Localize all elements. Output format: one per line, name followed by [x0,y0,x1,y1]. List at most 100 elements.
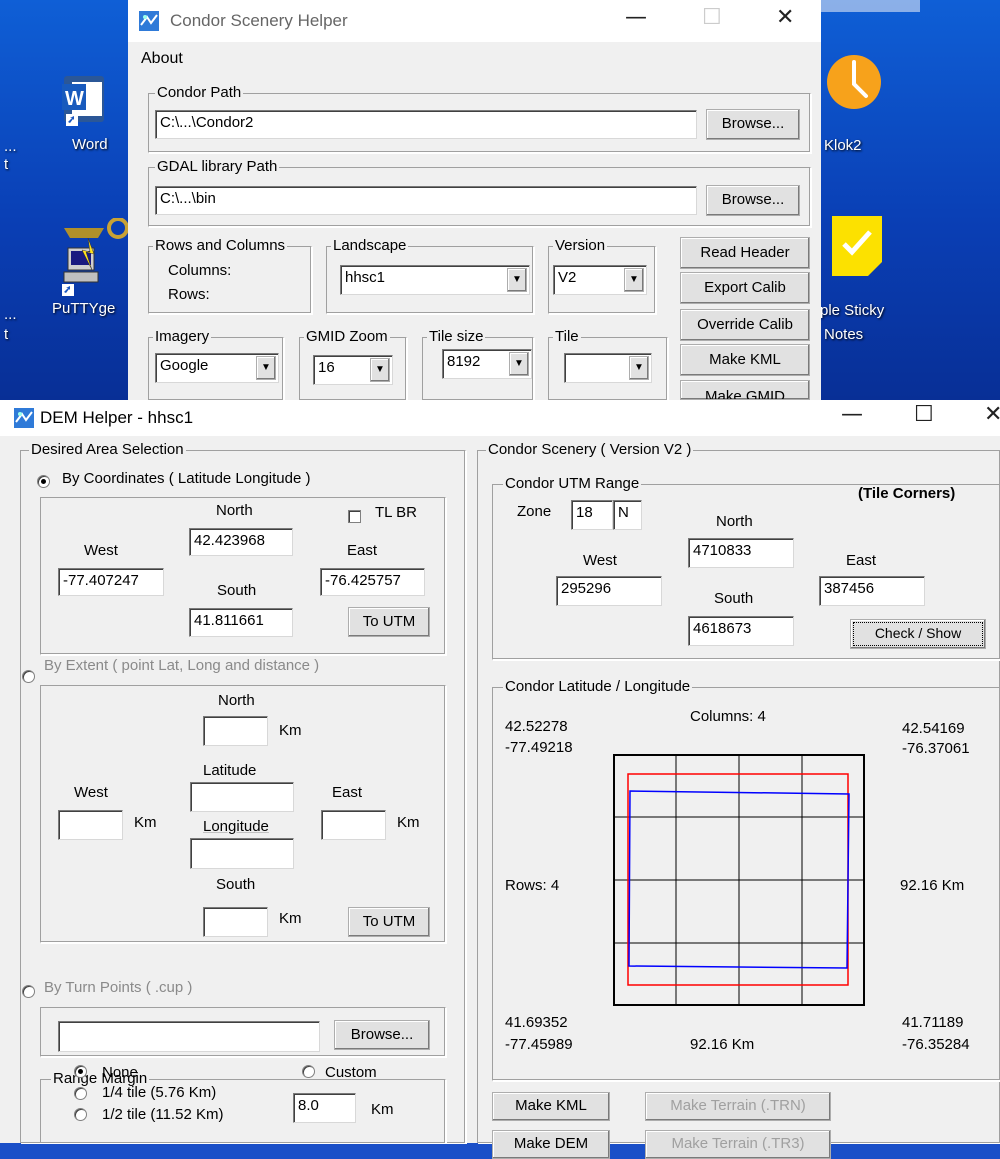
dem-maximize-icon[interactable]: ☐ [914,402,934,427]
utm-range-label: Condor UTM Range [503,475,642,493]
make-gmid-button[interactable]: Make GMID [680,380,810,400]
maximize-icon[interactable]: ☐ [702,5,722,30]
override-calib-button[interactable]: Override Calib [680,309,810,341]
margin-custom-radio[interactable] [302,1065,315,1078]
ext-west-label: West [74,784,108,801]
ext-to-utm-button[interactable]: To UTM [348,907,430,937]
south-input[interactable]: 41.811661 [189,608,293,637]
west-input[interactable]: -77.407247 [58,568,164,596]
tile-size-label: Tile size [427,328,486,346]
gdal-path-input[interactable]: C:\...\bin [155,186,697,215]
close-icon[interactable]: ✕ [776,5,794,30]
ext-north-input[interactable] [203,716,268,746]
landscape-select[interactable]: hhsc1 ▼ [340,265,530,295]
desktop-icon-word[interactable]: W Word [50,72,130,162]
margin-half-label[interactable]: 1/2 tile (11.52 Km) [102,1106,223,1123]
turn-points-path-input[interactable] [58,1021,320,1052]
zone-input[interactable]: 18 [571,500,613,530]
version-dropdown-icon[interactable]: ▼ [624,268,644,292]
read-header-button[interactable]: Read Header [680,237,810,269]
sticky-notes-icon [832,216,882,276]
condor-scenery-helper-window: Condor Scenery Helper — ☐ ✕ About Condor… [128,0,821,400]
gmid-zoom-value: 16 [318,359,335,376]
puttygen-label: PuTTYge [52,300,116,317]
desktop-icon-sticky-notes[interactable]: ple Sticky Notes [820,206,920,346]
latlon-label: Condor Latitude / Longitude [503,678,693,696]
tile-dropdown-icon[interactable]: ▼ [629,356,649,380]
rows-columns-group: Rows and Columns [148,237,312,314]
hemisphere-input[interactable]: N [613,500,642,530]
version-select[interactable]: V2 ▼ [553,265,647,295]
condor-path-browse-button[interactable]: Browse... [706,109,800,140]
minimize-icon[interactable]: — [625,5,647,30]
tile-size-dropdown-icon[interactable]: ▼ [509,352,529,376]
margin-none-radio[interactable] [74,1065,87,1078]
margin-custom-label[interactable]: Custom [325,1064,377,1081]
margin-custom-input[interactable]: 8.0 [293,1093,356,1123]
export-calib-button[interactable]: Export Calib [680,272,810,304]
gmid-zoom-dropdown-icon[interactable]: ▼ [370,358,390,382]
app-icon [139,11,159,31]
tl-br-label[interactable]: TL BR [375,504,417,521]
ext-latitude-input[interactable] [190,782,294,812]
check-show-button[interactable]: Check / Show [850,619,986,649]
utm-west-input[interactable]: 295296 [556,576,662,606]
east-input[interactable]: -76.425757 [320,568,425,596]
margin-quarter-label[interactable]: 1/4 tile (5.76 Km) [102,1084,216,1101]
utm-east-input[interactable]: 387456 [819,576,925,606]
east-label: East [347,542,378,559]
tr-lon: -76.37061 [902,740,970,757]
margin-quarter-radio[interactable] [74,1087,87,1100]
landscape-dropdown-icon[interactable]: ▼ [507,268,527,292]
utm-south-label: South [714,590,754,607]
svg-text:W: W [65,88,84,110]
imagery-dropdown-icon[interactable]: ▼ [256,356,276,380]
by-turn-points-radio[interactable] [22,985,35,998]
make-terrain-tr3-button[interactable]: Make Terrain (.TR3) [645,1130,831,1159]
dem-close-icon[interactable]: ✕ [984,402,1000,427]
north-input[interactable]: 42.423968 [189,528,293,556]
by-extent-label[interactable]: By Extent ( point Lat, Long and distance… [44,657,319,674]
condor-path-label: Condor Path [155,84,244,102]
desktop-icon-puttygen[interactable]: PuTTYge [46,212,130,317]
tl-br-checkbox[interactable] [348,510,361,523]
dem-minimize-icon[interactable]: — [841,402,863,427]
utm-north-label: North [716,513,753,530]
utm-south-input[interactable]: 4618673 [688,616,794,646]
make-terrain-trn-button[interactable]: Make Terrain (.TRN) [645,1092,831,1121]
make-kml-button[interactable]: Make KML [492,1092,610,1121]
utm-east-label: East [846,552,877,569]
make-dem-button[interactable]: Make DEM [492,1130,610,1159]
ext-east-km: Km [397,814,420,831]
imagery-select[interactable]: Google ▼ [155,353,279,383]
margin-half-radio[interactable] [74,1108,87,1121]
word-label: Word [72,136,108,153]
menu-about[interactable]: About [141,50,183,68]
by-coordinates-radio[interactable] [37,475,50,488]
gmid-zoom-select[interactable]: 16 ▼ [313,355,393,385]
zone-label: Zone [517,503,552,520]
utm-north-input[interactable]: 4710833 [688,538,794,568]
to-utm-button[interactable]: To UTM [348,607,430,637]
br-lat: 41.71189 [902,1014,964,1031]
ext-west-input[interactable] [58,810,123,840]
tile-size-select[interactable]: 8192 ▼ [442,349,532,379]
by-coordinates-label[interactable]: By Coordinates ( Latitude Longitude ) [62,470,311,487]
desktop-icon-klok2[interactable]: Klok2 [820,48,900,168]
width-km: 92.16 Km [690,1036,755,1053]
tile-select[interactable]: ▼ [564,353,652,383]
ext-south-input[interactable] [203,907,268,937]
ext-longitude-input[interactable] [190,838,294,869]
turn-points-browse-button[interactable]: Browse... [334,1020,430,1050]
by-extent-radio[interactable] [22,670,35,683]
margin-none-label[interactable]: None [102,1064,138,1081]
condor-path-input[interactable]: C:\...\Condor2 [155,110,697,139]
gdal-path-browse-button[interactable]: Browse... [706,185,800,216]
ext-east-input[interactable] [321,810,386,840]
helper-make-kml-button[interactable]: Make KML [680,344,810,376]
dem-title-bar: DEM Helper - hhsc1 — ☐ ✕ [0,400,1000,436]
north-label: North [216,502,253,519]
version-label: Version [553,237,608,255]
by-turn-points-label[interactable]: By Turn Points ( .cup ) [44,979,192,996]
height-km: 92.16 Km [900,877,965,894]
